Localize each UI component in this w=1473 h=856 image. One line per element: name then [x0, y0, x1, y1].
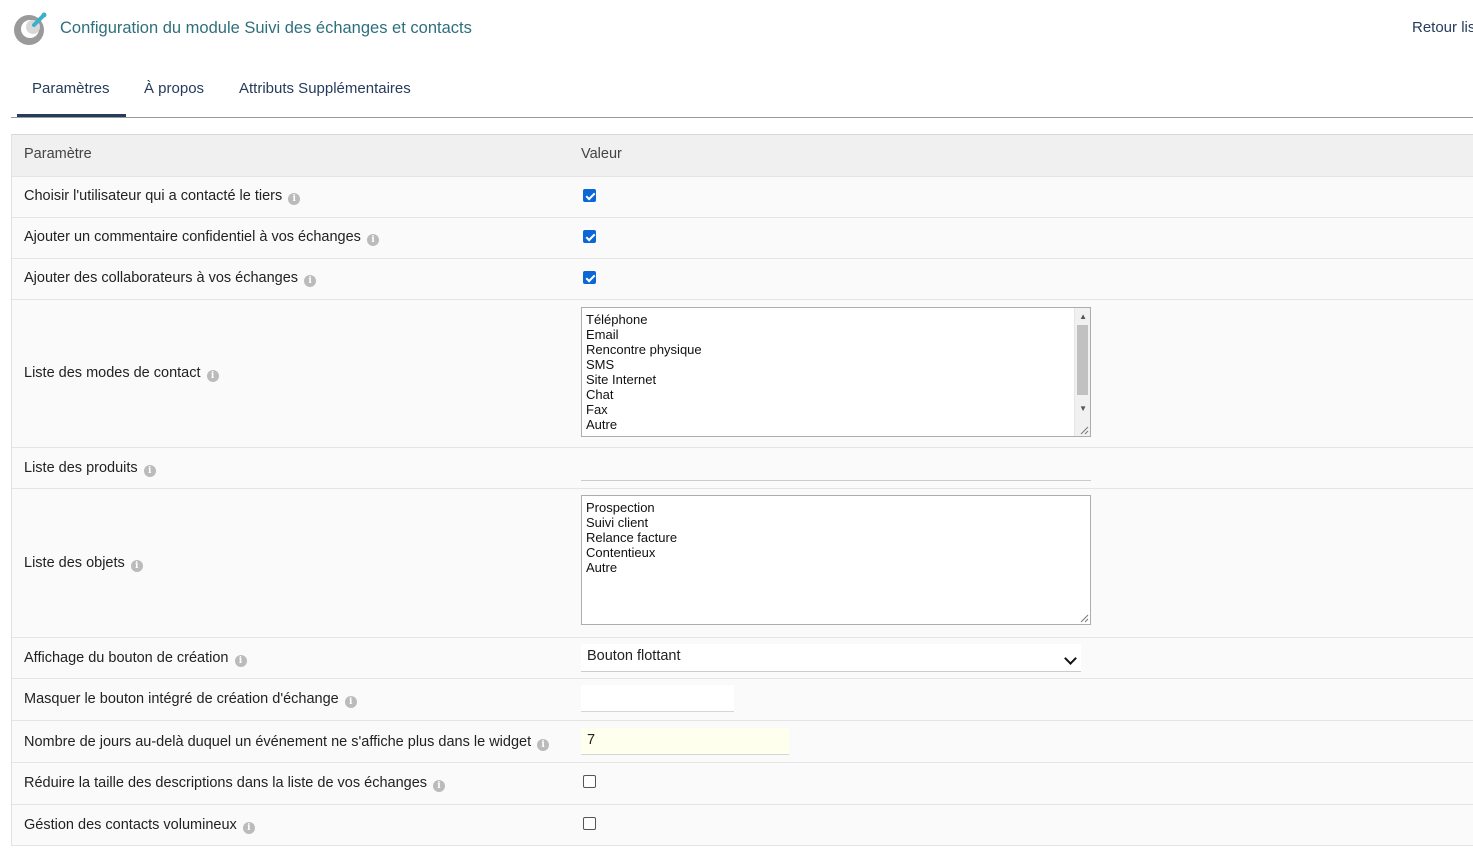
hide-integrated-button-input[interactable] [581, 685, 734, 712]
settings-table: Paramètre Valeur Choisir l'utilisateur q… [11, 134, 1473, 846]
setting-label: Liste des objets i [24, 555, 143, 572]
list-option[interactable]: SMS [582, 357, 1090, 372]
page-title: Configuration du module Suivi des échang… [60, 19, 472, 37]
info-icon[interactable]: i [143, 465, 156, 477]
collaborators-checkbox[interactable] [583, 271, 596, 284]
table-row: Affichage du bouton de création i Bouton … [12, 638, 1473, 679]
setting-label: Choisir l'utilisateur qui a contacté le … [24, 188, 301, 205]
info-icon[interactable]: i [433, 780, 446, 792]
list-option[interactable]: Chat [582, 387, 1090, 402]
list-option[interactable]: Autre [582, 417, 1090, 432]
list-option[interactable]: Téléphone [582, 312, 1090, 327]
setting-label: Affichage du bouton de création i [24, 650, 247, 667]
list-option: Suivi client [586, 515, 649, 530]
info-icon[interactable]: i [288, 193, 301, 205]
list-option[interactable]: Email [582, 327, 1090, 342]
info-icon[interactable]: i [344, 696, 357, 708]
reduce-descriptions-checkbox[interactable] [583, 775, 596, 788]
list-option[interactable]: Fax [582, 402, 1090, 417]
page-header: Configuration du module Suivi des échang… [0, 0, 1473, 60]
module-logo-icon [14, 12, 47, 45]
info-icon[interactable]: i [304, 275, 317, 287]
products-list-input[interactable] [581, 456, 1091, 481]
list-option[interactable]: Site Internet [582, 372, 1090, 387]
info-icon[interactable]: i [234, 655, 247, 667]
tab-a-propos[interactable]: À propos [144, 80, 204, 97]
scroll-up-arrow-icon[interactable]: ▲ [1079, 312, 1087, 321]
table-row: Liste des objets i Prospection Suivi clie… [12, 489, 1473, 638]
table-row: Réduire la taille des descriptions dans … [12, 763, 1473, 805]
resize-grip-icon[interactable] [1079, 425, 1089, 435]
table-row: Ajouter des collaborateurs à vos échange… [12, 259, 1473, 300]
resize-grip-icon[interactable] [1079, 613, 1089, 623]
table-row: Ajouter un commentaire confidentiel à vo… [12, 218, 1473, 259]
setting-label: Géstion des contacts volumineux i [24, 817, 255, 834]
scroll-down-arrow-icon[interactable]: ▼ [1079, 404, 1087, 413]
table-row: Choisir l'utilisateur qui a contacté le … [12, 177, 1473, 218]
table-header-row: Paramètre Valeur [12, 135, 1473, 177]
table-row: Liste des modes de contact i Téléphone Em… [12, 300, 1473, 448]
setting-label: Ajouter des collaborateurs à vos échange… [24, 270, 317, 287]
info-icon[interactable]: i [537, 739, 550, 751]
scrollbar-thumb[interactable] [1077, 325, 1088, 395]
list-option: Prospection [586, 500, 655, 515]
days-threshold-input[interactable]: 7 [581, 728, 789, 755]
creation-button-display-select[interactable]: Bouton flottant [581, 644, 1081, 672]
info-icon[interactable]: i [206, 370, 219, 382]
objects-list-textarea[interactable]: Prospection Suivi client Relance facture… [581, 495, 1091, 625]
setting-label: Liste des modes de contact i [24, 365, 219, 382]
listbox-scrollbar[interactable]: ▲ ▼ [1074, 308, 1090, 436]
large-contacts-checkbox[interactable] [583, 817, 596, 830]
list-option: Autre [586, 560, 618, 575]
confidential-comment-checkbox[interactable] [583, 230, 596, 243]
table-row: Masquer le bouton intégré de création d'… [12, 679, 1473, 721]
info-icon[interactable]: i [242, 822, 255, 834]
back-to-list-link[interactable]: Retour lis [1412, 19, 1473, 36]
setting-label: Réduire la taille des descriptions dans … [24, 775, 446, 792]
info-icon[interactable]: i [130, 560, 143, 572]
list-option[interactable]: Rencontre physique [582, 342, 1090, 357]
setting-label: Liste des produits i [24, 460, 156, 477]
table-row: Géstion des contacts volumineux i [12, 805, 1473, 846]
contact-modes-listbox[interactable]: Téléphone Email Rencontre physique SMS S… [581, 307, 1091, 437]
setting-label: Masquer le bouton intégré de création d'… [24, 691, 357, 708]
column-header-parametre: Paramètre [24, 146, 92, 162]
tab-attributs-supplementaires[interactable]: Attributs Supplémentaires [239, 80, 411, 97]
choose-contact-user-checkbox[interactable] [583, 189, 596, 202]
list-option: Relance facture [586, 530, 678, 545]
table-row: Liste des produits i [12, 448, 1473, 489]
setting-label: Ajouter un commentaire confidentiel à vo… [24, 229, 379, 246]
table-row: Nombre de jours au-delà duquel un événem… [12, 721, 1473, 763]
tab-parametres[interactable]: Paramètres [32, 80, 110, 97]
select-value: Bouton flottant [587, 648, 681, 664]
chevron-down-icon [1064, 652, 1077, 665]
tab-bar: Paramètres À propos Attributs Supplément… [11, 67, 1473, 118]
active-tab-indicator [17, 114, 126, 117]
info-icon[interactable]: i [366, 234, 379, 246]
list-option: Contentieux [586, 545, 656, 560]
column-header-valeur: Valeur [581, 146, 622, 162]
setting-label: Nombre de jours au-delà duquel un événem… [24, 734, 550, 751]
